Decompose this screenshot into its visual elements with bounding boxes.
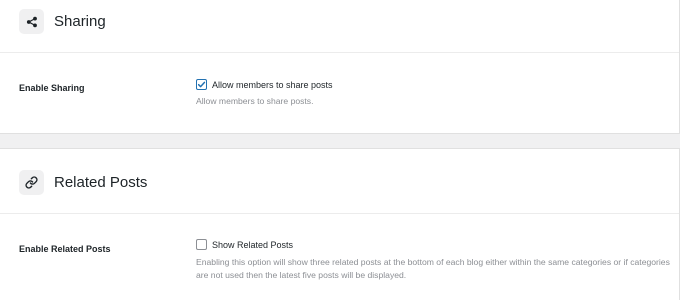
sharing-help-text: Allow members to share posts. [196, 96, 314, 106]
enable-related-posts-label: Enable Related Posts [19, 244, 111, 254]
allow-share-checkbox-label[interactable]: Allow members to share posts [212, 80, 333, 90]
related-posts-title: Related Posts [54, 174, 148, 191]
related-posts-section: Related Posts Enable Related Posts Show … [0, 148, 680, 300]
sharing-header: Sharing [19, 9, 106, 34]
allow-share-option[interactable]: Allow members to share posts [196, 79, 333, 90]
related-posts-header: Related Posts [19, 170, 147, 195]
show-related-posts-checkbox-label[interactable]: Show Related Posts [212, 240, 293, 250]
sharing-section: Sharing Enable Sharing Allow members to … [0, 0, 680, 134]
link-icon [19, 170, 44, 195]
allow-share-checkbox[interactable] [196, 79, 207, 90]
show-related-posts-checkbox[interactable] [196, 239, 207, 250]
related-posts-help-text: Enabling this option will show three rel… [196, 257, 670, 280]
show-related-posts-option[interactable]: Show Related Posts [196, 239, 293, 250]
checkmark-icon [197, 81, 206, 88]
share-icon [19, 9, 44, 34]
enable-sharing-label: Enable Sharing [19, 83, 85, 93]
sharing-title: Sharing [54, 13, 106, 30]
section-divider [0, 213, 679, 214]
section-divider [0, 52, 679, 53]
